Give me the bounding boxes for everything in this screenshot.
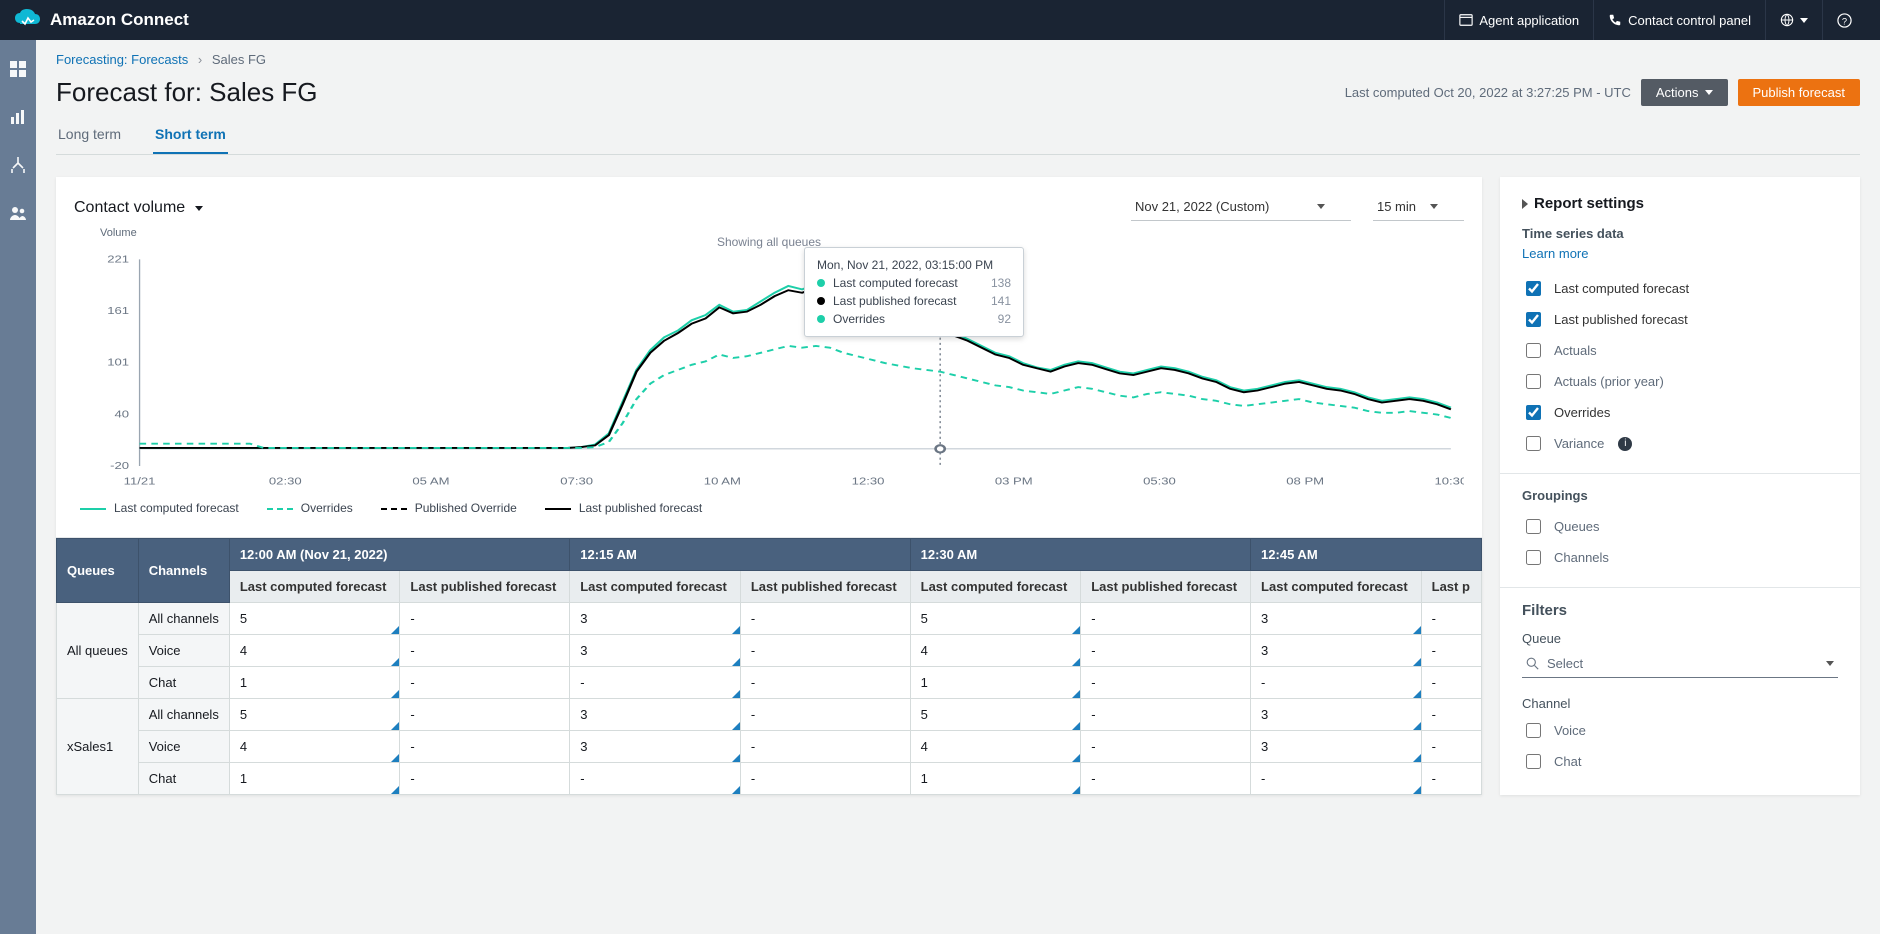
svg-text:05:30: 05:30	[1143, 475, 1176, 487]
svg-text:10:30: 10:30	[1435, 475, 1464, 487]
svg-text:02:30: 02:30	[269, 475, 302, 487]
svg-text:11/21: 11/21	[124, 475, 156, 487]
svg-text:40: 40	[114, 408, 129, 420]
info-icon: i	[1618, 437, 1632, 451]
svg-text:07:30: 07:30	[560, 475, 593, 487]
chevron-down-icon	[1317, 204, 1325, 209]
chevron-down-icon	[1705, 90, 1713, 95]
ts-check[interactable]: Actuals (prior year)	[1522, 366, 1838, 397]
learn-more-link[interactable]: Learn more	[1522, 246, 1588, 261]
routing-icon[interactable]	[9, 156, 27, 174]
grp-check[interactable]: Queues	[1522, 511, 1838, 542]
chevron-right-icon: ›	[198, 52, 202, 67]
interval-select[interactable]: 15 min	[1373, 195, 1464, 221]
chevron-down-icon	[1430, 204, 1438, 209]
help-link[interactable]: ?	[1822, 0, 1866, 40]
dashboard-icon[interactable]	[9, 60, 27, 78]
brand-text: Amazon Connect	[50, 10, 189, 30]
chevron-right-icon	[1522, 199, 1528, 209]
svg-text:-20: -20	[110, 459, 129, 471]
tooltip-time: Mon, Nov 21, 2022, 03:15:00 PM	[817, 258, 1011, 272]
svg-text:?: ?	[1842, 16, 1847, 26]
svg-text:221: 221	[107, 253, 129, 265]
svg-text:03 PM: 03 PM	[995, 475, 1033, 487]
publish-forecast-button[interactable]: Publish forecast	[1738, 79, 1861, 106]
breadcrumb-current: Sales FG	[212, 52, 266, 67]
time-series-label: Time series data	[1522, 226, 1838, 241]
channel-filter-label: Channel	[1522, 696, 1838, 711]
svg-text:05 AM: 05 AM	[412, 475, 449, 487]
metric-dropdown[interactable]: Contact volume	[74, 199, 203, 217]
queue-filter-select[interactable]: Select	[1522, 650, 1838, 678]
voice-checkbox[interactable]: Voice	[1522, 715, 1838, 746]
ts-check[interactable]: Overrides	[1522, 397, 1838, 428]
locale-menu[interactable]	[1765, 0, 1822, 40]
y-axis-label: Volume	[100, 227, 108, 239]
report-settings-panel: Report settings Time series data Learn m…	[1500, 177, 1860, 795]
breadcrumb: Forecasting: Forecasts › Sales FG	[56, 48, 1860, 77]
phone-icon	[1608, 13, 1622, 27]
chart: Volume Showing all queues 221 161 101 40 -20…	[74, 227, 1464, 491]
groupings-label: Groupings	[1522, 488, 1838, 503]
svg-text:12:30: 12:30	[852, 475, 885, 487]
help-icon: ?	[1837, 13, 1852, 28]
agent-application-link[interactable]: Agent application	[1444, 0, 1593, 40]
svg-text:101: 101	[107, 356, 129, 368]
queue-filter-label: Queue	[1522, 631, 1838, 646]
chevron-down-icon	[1826, 661, 1834, 666]
chart-legend: Last computed forecast Overrides Publish…	[80, 501, 1464, 515]
search-icon	[1526, 657, 1539, 670]
brand: Amazon Connect	[14, 9, 189, 31]
connect-logo-icon	[14, 9, 42, 31]
page-title: Forecast for: Sales FG	[56, 77, 318, 108]
legend-lpf: Last published forecast	[545, 501, 702, 515]
ccp-link[interactable]: Contact control panel	[1593, 0, 1765, 40]
globe-icon	[1780, 13, 1794, 27]
left-nav-rail	[0, 40, 36, 934]
ts-check[interactable]: Last computed forecast	[1522, 273, 1838, 304]
ts-check[interactable]: Last published forecast	[1522, 304, 1838, 335]
tab-long-term[interactable]: Long term	[56, 116, 123, 154]
legend-lcf: Last computed forecast	[80, 501, 239, 515]
last-computed-text: Last computed Oct 20, 2022 at 3:27:25 PM…	[1345, 85, 1631, 100]
svg-text:10 AM: 10 AM	[704, 475, 741, 487]
app-header: Amazon Connect Agent application Contact…	[0, 0, 1880, 40]
filters-label: Filters	[1522, 602, 1838, 619]
users-icon[interactable]	[9, 204, 27, 222]
ts-check[interactable]: Variancei	[1522, 428, 1838, 459]
legend-published-override: Published Override	[381, 501, 517, 515]
chevron-down-icon	[1800, 18, 1808, 23]
analytics-icon[interactable]	[9, 108, 27, 126]
main-panel: Contact volume Nov 21, 2022 (Custom) 15 …	[56, 177, 1482, 795]
legend-overrides: Overrides	[267, 501, 353, 515]
svg-text:08 PM: 08 PM	[1286, 475, 1324, 487]
forecast-table[interactable]: QueuesChannels12:00 AM (Nov 21, 2022)12:…	[56, 537, 1482, 795]
actions-button[interactable]: Actions	[1641, 79, 1728, 106]
report-settings-title: Report settings	[1522, 195, 1838, 212]
chat-checkbox[interactable]: Chat	[1522, 746, 1838, 777]
chart-tooltip: Mon, Nov 21, 2022, 03:15:00 PM Last comp…	[804, 247, 1024, 337]
window-icon	[1459, 13, 1473, 27]
chart-subtitle: Showing all queues	[74, 235, 1464, 249]
tab-short-term[interactable]: Short term	[153, 116, 228, 154]
ts-check[interactable]: Actuals	[1522, 335, 1838, 366]
breadcrumb-root[interactable]: Forecasting: Forecasts	[56, 52, 188, 67]
chevron-down-icon	[195, 206, 203, 211]
date-range-select[interactable]: Nov 21, 2022 (Custom)	[1131, 195, 1351, 221]
grp-check[interactable]: Channels	[1522, 542, 1838, 573]
svg-text:161: 161	[107, 304, 129, 316]
term-tabs: Long term Short term	[56, 116, 1860, 155]
